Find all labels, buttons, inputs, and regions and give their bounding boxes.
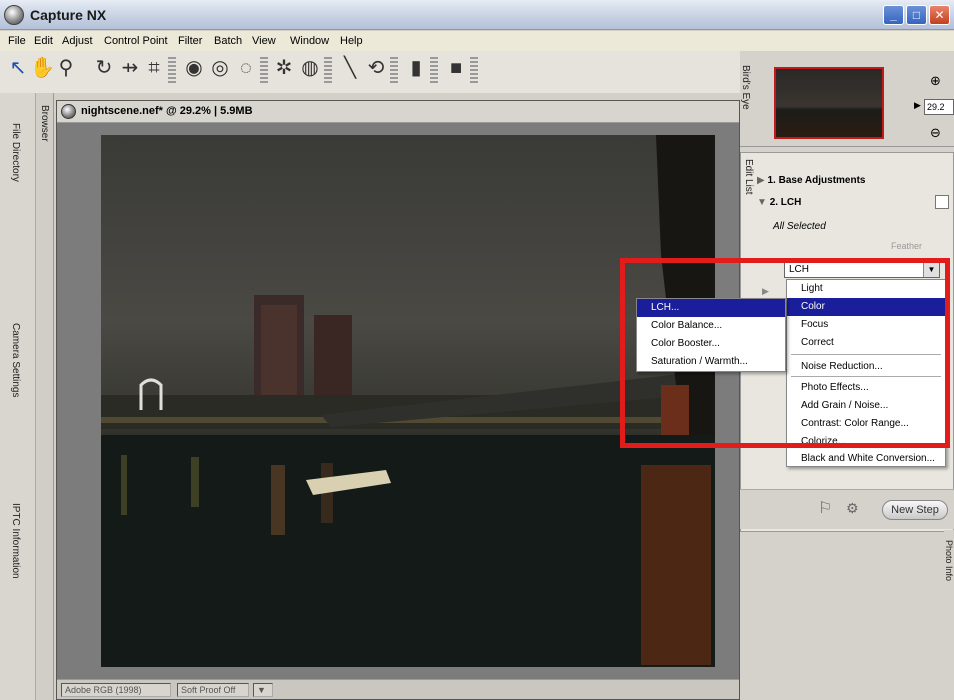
crop-tool-icon[interactable]: ⌗	[142, 55, 166, 81]
birds-eye-thumbnail[interactable]	[774, 67, 884, 139]
rotate-tool-icon[interactable]: ↻	[92, 55, 116, 81]
hand-tool-icon[interactable]: ✋	[30, 55, 55, 81]
menu-adjust[interactable]: Adjust	[62, 32, 93, 47]
tab-birds-eye[interactable]: Bird's Eye	[740, 65, 751, 110]
close-button[interactable]: ✕	[929, 5, 950, 25]
toolbar-grip	[430, 57, 438, 83]
toolbar-grip	[470, 57, 478, 83]
menu-bar: File Edit Adjust Control Point Filter Ba…	[0, 31, 954, 51]
auto-retouch-icon[interactable]: ✲	[272, 55, 296, 81]
menu-control-point[interactable]: Control Point	[104, 32, 168, 47]
direct-select-tool-icon[interactable]: ↖	[6, 55, 30, 81]
status-bar: Adobe RGB (1998) Soft Proof Off ▼	[57, 679, 739, 699]
toolbar-grip	[324, 57, 332, 83]
step-base-adjustments[interactable]: ▶ 1. Base Adjustments	[757, 175, 865, 186]
minimize-button[interactable]: _	[883, 5, 904, 25]
menu-batch[interactable]: Batch	[214, 32, 242, 47]
soft-proof-field[interactable]: Soft Proof Off	[177, 683, 249, 697]
document-titlebar: nightscene.nef* @ 29.2% | 5.9MB	[57, 101, 739, 123]
step-lch[interactable]: ▼ 2. LCH	[757, 197, 801, 208]
toolbar-grip	[260, 57, 268, 83]
maximize-button[interactable]: □	[906, 5, 927, 25]
expand-arrow-icon: ▶	[757, 175, 765, 186]
zoom-out-icon[interactable]: ⊖	[930, 125, 941, 141]
chevron-down-icon[interactable]: ▼	[253, 683, 273, 697]
document-icon	[61, 104, 76, 119]
fill-remove-icon[interactable]: ■	[444, 55, 468, 81]
menu-help[interactable]: Help	[340, 32, 363, 47]
toolbar-grip	[80, 57, 88, 83]
new-step-button[interactable]: New Step	[882, 500, 948, 520]
color-profile-field[interactable]: Adobe RGB (1998)	[61, 683, 171, 697]
menu-item-black-white[interactable]: Black and White Conversion...	[787, 450, 945, 468]
app-logo-icon	[4, 5, 24, 25]
birds-eye-panel: Bird's Eye ⊕ 29.2 ⊖ ▶	[740, 51, 954, 147]
toolbar-grip	[390, 57, 398, 83]
menu-file[interactable]: File	[8, 32, 26, 47]
lasso-tool-icon[interactable]: ⟲	[364, 55, 388, 81]
annotation-highlight-box	[620, 258, 950, 448]
step-label: 1. Base Adjustments	[767, 175, 866, 186]
tab-browser[interactable]: Browser	[39, 105, 50, 142]
title-bar: Capture NX _ □ ✕	[0, 0, 954, 30]
menu-edit[interactable]: Edit	[34, 32, 53, 47]
browser-strip: Browser	[36, 93, 54, 700]
steps-toolbar: ⚐ ⚙ New Step	[740, 489, 954, 529]
photo-info-strip: Photo Info	[944, 530, 954, 700]
brush-tool-icon[interactable]: ╲	[338, 55, 362, 81]
feather-label[interactable]: Feather	[891, 241, 922, 251]
document-title: nightscene.nef* @ 29.2% | 5.9MB	[81, 105, 253, 117]
step-label: 2. LCH	[769, 197, 802, 208]
menu-filter[interactable]: Filter	[178, 32, 202, 47]
toolbar: ↖ ✋ ⚲ ↻ ⇸ ⌗ ◉ ◎ ◌ ✲ ◍ ╲ ⟲ ▮ ■	[0, 51, 740, 93]
tab-photo-info[interactable]: Photo Info	[944, 540, 954, 581]
menu-view[interactable]: View	[252, 32, 276, 47]
zoom-in-icon[interactable]: ⊕	[930, 73, 941, 89]
tab-edit-list[interactable]: Edit List	[743, 159, 754, 195]
straighten-tool-icon[interactable]: ⇸	[118, 55, 142, 81]
toolbar-grip	[168, 57, 176, 83]
zoom-pointer-icon: ▶	[914, 100, 921, 110]
menu-window[interactable]: Window	[290, 32, 329, 47]
collapse-arrow-icon: ▼	[757, 197, 767, 208]
zoom-input[interactable]: 29.2	[924, 99, 954, 115]
selection-label: All Selected	[773, 221, 826, 232]
step-checkbox[interactable]	[935, 195, 949, 209]
tab-file-directory[interactable]: File Directory	[10, 123, 21, 182]
left-panel-strip: File Directory Camera Settings IPTC Info…	[0, 93, 36, 700]
black-point-icon[interactable]: ◎	[208, 55, 232, 81]
window-title: Capture NX	[30, 7, 107, 23]
tab-camera-settings[interactable]: Camera Settings	[10, 323, 21, 397]
flag-icon[interactable]: ⚐	[818, 498, 832, 518]
gear-icon[interactable]: ⚙	[846, 500, 859, 517]
color-control-point-icon[interactable]: ◉	[182, 55, 206, 81]
selection-gradient-icon[interactable]: ▮	[404, 55, 428, 81]
red-eye-icon[interactable]: ◍	[298, 55, 322, 81]
zoom-control: ⊕ 29.2 ⊖ ▶	[914, 73, 954, 143]
zoom-tool-icon[interactable]: ⚲	[54, 55, 78, 81]
white-point-icon[interactable]: ◌	[234, 55, 258, 81]
tab-iptc-information[interactable]: IPTC Information	[10, 503, 21, 579]
